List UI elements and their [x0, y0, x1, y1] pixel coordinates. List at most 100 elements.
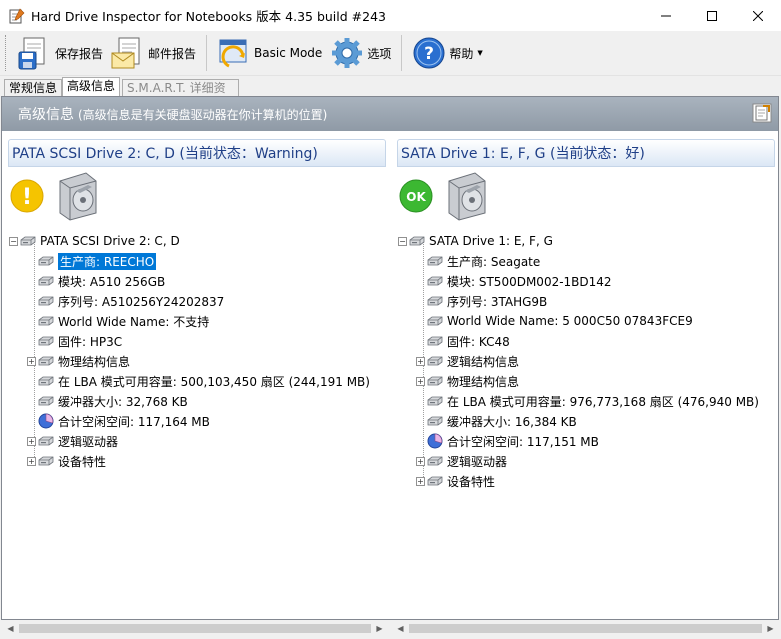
tree-item[interactable]: 在 LBA 模式可用容量: 976,773,168 扇区 (476,940 MB… — [397, 391, 773, 411]
tree-item-label: World Wide Name: 不支持 — [58, 314, 210, 329]
tree-line — [416, 337, 427, 346]
tree-item[interactable]: + 逻辑驱动器 — [8, 431, 384, 451]
gear-icon — [332, 38, 363, 68]
tree-item[interactable]: 序列号: A510256Y24202837 — [8, 291, 384, 311]
drive-icon — [427, 416, 443, 426]
tree-item[interactable]: + 物理结构信息 — [8, 351, 384, 371]
left-horizontal-scrollbar[interactable]: ◀ ▶ — [2, 620, 388, 637]
tree-item-label: 在 LBA 模式可用容量: 500,103,450 扇区 (244,191 MB… — [58, 374, 370, 389]
basic-mode-button[interactable]: Basic Mode — [213, 33, 326, 73]
expand-icon[interactable]: + — [416, 356, 425, 366]
save-report-button[interactable]: 保存报告 — [14, 33, 107, 73]
tree-item[interactable]: 模块: A510 256GB — [8, 271, 384, 291]
drive-icon — [427, 476, 443, 486]
drive-icon — [409, 236, 425, 246]
tree-item[interactable]: 生产商: Seagate — [397, 251, 773, 271]
tab-advanced-info[interactable]: 高级信息 — [62, 77, 120, 97]
scroll-left-icon[interactable]: ◀ — [2, 620, 19, 637]
tree-line — [27, 317, 38, 326]
tree-item[interactable]: World Wide Name: 5 000C50 07843FCE9 — [397, 311, 773, 331]
export-icon[interactable] — [752, 103, 772, 123]
tree-item-label: 模块: ST500DM002-1BD142 — [447, 274, 612, 289]
tree-item-label: 物理结构信息 — [447, 374, 520, 389]
tree-item[interactable]: + 物理结构信息 — [397, 371, 773, 391]
scrollbar-thumb[interactable] — [19, 624, 371, 633]
tree-line — [416, 317, 427, 326]
maximize-button[interactable] — [689, 0, 735, 31]
tree-item-label: 生产商: Seagate — [447, 254, 541, 269]
help-icon: ? — [413, 37, 445, 69]
tree-item-label: 物理结构信息 — [58, 354, 131, 369]
tree-item[interactable]: 缓冲器大小: 32,768 KB — [8, 391, 384, 411]
expand-icon[interactable]: + — [416, 476, 425, 486]
tree-item[interactable]: 模块: ST500DM002-1BD142 — [397, 271, 773, 291]
minimize-button[interactable] — [643, 0, 689, 31]
left-drive-header: PATA SCSI Drive 2: C, D (当前状态：Warning) — [8, 139, 386, 167]
tree-item[interactable]: 生产商: REECHO — [8, 251, 384, 271]
tree-item[interactable]: 固件: HP3C — [8, 331, 384, 351]
drive-icon — [38, 296, 54, 306]
tree-item[interactable]: 合计空闲空间: 117,164 MB — [8, 411, 384, 431]
expand-icon[interactable]: + — [27, 456, 36, 466]
close-icon — [753, 10, 763, 21]
right-horizontal-scrollbar[interactable]: ◀ ▶ — [392, 620, 779, 637]
drive-icon — [38, 356, 54, 366]
tree-root[interactable]: − PATA SCSI Drive 2: C, D — [8, 231, 384, 251]
options-button[interactable]: 选项 — [326, 33, 395, 73]
tree-item[interactable]: 缓冲器大小: 16,384 KB — [397, 411, 773, 431]
scrollbar-thumb[interactable] — [409, 624, 762, 633]
tab-general-info[interactable]: 常规信息 — [4, 79, 62, 97]
tree-line — [27, 257, 38, 266]
page-subtitle: (高级信息是有关硬盘驱动器在你计算机的位置) — [78, 107, 328, 122]
right-drive-tree: − SATA Drive 1: E, F, G 生产商: Seagate 模块: ST… — [397, 231, 773, 491]
drive-icon — [38, 276, 54, 286]
chevron-down-icon[interactable]: ▼ — [477, 49, 482, 57]
scroll-right-icon[interactable]: ▶ — [762, 620, 779, 637]
tree-item[interactable]: World Wide Name: 不支持 — [8, 311, 384, 331]
tree-root-label: PATA SCSI Drive 2: C, D — [40, 234, 180, 248]
hard-drive-icon — [448, 172, 486, 221]
tree-root[interactable]: − SATA Drive 1: E, F, G — [397, 231, 773, 251]
tree-item[interactable]: + 设备特性 — [8, 451, 384, 471]
tab-smart-details[interactable]: S.M.A.R.T. 详细资料 — [122, 79, 239, 111]
drive-icon — [427, 376, 443, 386]
tree-item-label: 模块: A510 256GB — [58, 274, 166, 289]
tree-item[interactable]: 序列号: 3TAHG9B — [397, 291, 773, 311]
scroll-left-icon[interactable]: ◀ — [392, 620, 409, 637]
tree-item-label: 逻辑驱动器 — [58, 434, 119, 449]
page-title: 高级信息 — [18, 107, 74, 123]
tree-item[interactable]: 合计空闲空间: 117,151 MB — [397, 431, 773, 451]
tree-item[interactable]: 在 LBA 模式可用容量: 500,103,450 扇区 (244,191 MB… — [8, 371, 384, 391]
tree-item-label: 生产商: REECHO — [58, 252, 157, 270]
tree-item[interactable]: + 逻辑结构信息 — [397, 351, 773, 371]
tree-item[interactable]: + 设备特性 — [397, 471, 773, 491]
tree-root-label: SATA Drive 1: E, F, G — [429, 234, 553, 248]
tree-line — [416, 297, 427, 306]
save-report-label: 保存报告 — [55, 46, 104, 61]
toolbar-grip[interactable] — [5, 35, 8, 71]
mail-report-button[interactable]: 邮件报告 — [107, 33, 200, 73]
scroll-right-icon[interactable]: ▶ — [371, 620, 388, 637]
collapse-icon[interactable]: − — [9, 236, 18, 246]
expand-icon[interactable]: + — [27, 356, 36, 366]
drive-icon — [38, 436, 54, 446]
tree-item[interactable]: + 逻辑驱动器 — [397, 451, 773, 471]
collapse-icon[interactable]: − — [398, 236, 407, 246]
tree-line — [27, 377, 38, 386]
toolbar: 保存报告 邮件报告 Basic Mode 选项 ? 帮助 ▼ — [0, 31, 781, 76]
hard-drive-icon — [59, 172, 97, 221]
basic-mode-label: Basic Mode — [254, 46, 323, 60]
tree-item[interactable]: 固件: KC48 — [397, 331, 773, 351]
tree-item-label: 缓冲器大小: 16,384 KB — [447, 414, 577, 429]
expand-icon[interactable]: + — [416, 456, 425, 466]
expand-icon[interactable]: + — [416, 376, 425, 386]
close-button[interactable] — [735, 0, 781, 31]
svg-text:?: ? — [424, 44, 434, 64]
tree-item-label: 序列号: A510256Y24202837 — [58, 294, 225, 309]
right-drive-panel: SATA Drive 1: E, F, G (当前状态：好) OK − SATA … — [397, 139, 775, 609]
tree-line — [416, 257, 427, 266]
help-button[interactable]: ? 帮助 ▼ — [408, 33, 486, 73]
drive-icon — [427, 456, 443, 466]
tree-item-label: 固件: KC48 — [447, 334, 510, 349]
expand-icon[interactable]: + — [27, 436, 36, 446]
